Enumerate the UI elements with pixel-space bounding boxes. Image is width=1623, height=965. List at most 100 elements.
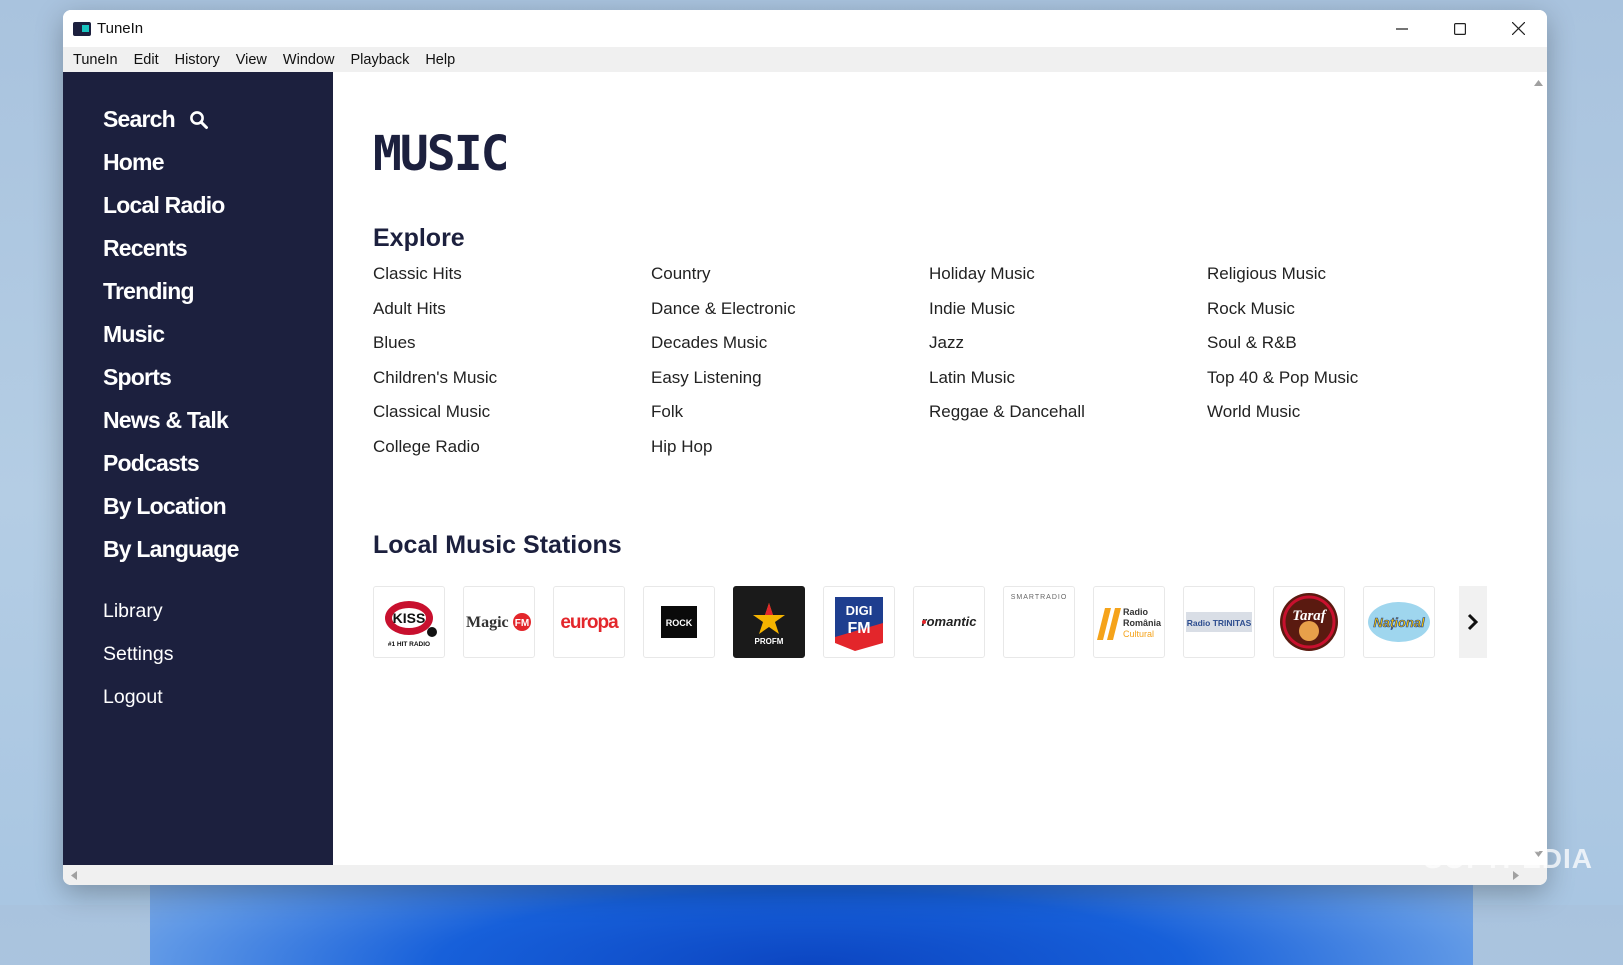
rock-fm-logo: ROCK	[661, 606, 697, 638]
explore-column: Religious Music Rock Music Soul & R&B To…	[1207, 264, 1358, 437]
menu-view[interactable]: View	[228, 52, 275, 68]
explore-link-blues[interactable]: Blues	[373, 333, 497, 368]
europa-fm-logo: europa	[560, 612, 620, 633]
search-icon	[189, 110, 209, 130]
explore-link-indie-music[interactable]: Indie Music	[929, 299, 1085, 334]
explore-link-holiday-music[interactable]: Holiday Music	[929, 264, 1085, 299]
station-carousel: KISS #1 HIT RADIO Magic FM europa ROCK P…	[373, 586, 1488, 658]
vertical-scrollbar[interactable]	[1530, 72, 1547, 865]
sidebar-item-trending[interactable]: Trending	[103, 270, 239, 313]
svg-text:#1 HIT RADIO: #1 HIT RADIO	[388, 641, 430, 648]
svg-text:Magic: Magic	[466, 614, 509, 631]
sidebar-item-music[interactable]: Music	[103, 313, 239, 356]
explore-link-world-music[interactable]: World Music	[1207, 402, 1358, 437]
close-button[interactable]	[1489, 10, 1547, 47]
chevron-right-icon	[1467, 613, 1479, 631]
sidebar-item-sports[interactable]: Sports	[103, 356, 239, 399]
station-romantic-fm[interactable]: romantic	[913, 586, 985, 658]
menu-playback[interactable]: Playback	[342, 52, 417, 68]
explore-link-folk[interactable]: Folk	[651, 402, 796, 437]
svg-text:ROCK: ROCK	[666, 618, 693, 628]
explore-link-religious-music[interactable]: Religious Music	[1207, 264, 1358, 299]
sidebar-item-home[interactable]: Home	[103, 141, 239, 184]
local-stations-heading: Local Music Stations	[373, 531, 622, 559]
explore-link-jazz[interactable]: Jazz	[929, 333, 1085, 368]
sidebar-item-news-talk[interactable]: News & Talk	[103, 399, 239, 442]
sidebar-item-podcasts[interactable]: Podcasts	[103, 442, 239, 485]
station-taraf[interactable]: Taraf	[1273, 586, 1345, 658]
explore-link-hip-hop[interactable]: Hip Hop	[651, 437, 796, 472]
menu-window[interactable]: Window	[275, 52, 343, 68]
svg-text:România: România	[1123, 618, 1162, 628]
magic-fm-logo: Magic FM	[466, 613, 531, 631]
sidebar-item-search[interactable]: Search	[103, 98, 239, 141]
explore-link-dance-electronic[interactable]: Dance & Electronic	[651, 299, 796, 334]
sidebar-item-by-language[interactable]: By Language	[103, 528, 239, 571]
station-radio-trinitas[interactable]: Radio TRINITAS	[1183, 586, 1255, 658]
svg-text:FM: FM	[515, 618, 529, 629]
svg-text:romantic: romantic	[922, 614, 978, 629]
sidebar-item-label: Search	[103, 106, 176, 132]
sidebar-account-nav: Library Settings Logout	[103, 590, 173, 719]
explore-link-latin-music[interactable]: Latin Music	[929, 368, 1085, 403]
explore-link-college-radio[interactable]: College Radio	[373, 437, 497, 472]
station-profm[interactable]: PROFM	[733, 586, 805, 658]
sidebar-item-settings[interactable]: Settings	[103, 633, 173, 676]
digi-fm-logo: DIGI FM	[835, 597, 883, 651]
station-kiss-fm[interactable]: KISS #1 HIT RADIO	[373, 586, 445, 658]
explore-heading: Explore	[373, 224, 465, 252]
minimize-button[interactable]	[1373, 10, 1431, 47]
national-fm-logo: Național	[1368, 602, 1430, 642]
svg-text:Radio TRINITAS: Radio TRINITAS	[1187, 618, 1252, 628]
radio-trinitas-logo: Radio TRINITAS	[1186, 612, 1252, 632]
explore-link-childrens-music[interactable]: Children's Music	[373, 368, 497, 403]
station-smart-radio[interactable]: SMARTRADIO	[1003, 586, 1075, 658]
sidebar-item-local-radio[interactable]: Local Radio	[103, 184, 239, 227]
taraf-logo: Taraf	[1280, 593, 1338, 651]
station-magic-fm[interactable]: Magic FM	[463, 586, 535, 658]
explore-link-country[interactable]: Country	[651, 264, 796, 299]
sidebar: Search Home Local Radio Recents Trending…	[63, 72, 333, 865]
menu-tunein[interactable]: TuneIn	[65, 52, 126, 68]
station-rock-fm[interactable]: ROCK	[643, 586, 715, 658]
title-bar[interactable]: TuneIn	[63, 10, 1547, 47]
station-radio-romania-cultural[interactable]: Radio România Cultural	[1093, 586, 1165, 658]
menu-help[interactable]: Help	[417, 52, 463, 68]
sidebar-item-library[interactable]: Library	[103, 590, 173, 633]
main-content: MUSIC Explore Classic Hits Adult Hits Bl…	[333, 72, 1530, 865]
sidebar-nav: Search Home Local Radio Recents Trending…	[103, 98, 239, 571]
explore-link-adult-hits[interactable]: Adult Hits	[373, 299, 497, 334]
station-digi-fm[interactable]: DIGI FM	[823, 586, 895, 658]
explore-link-decades-music[interactable]: Decades Music	[651, 333, 796, 368]
scroll-up-icon	[1534, 80, 1543, 86]
sidebar-item-logout[interactable]: Logout	[103, 676, 173, 719]
softpedia-watermark: SOFTPEDIA	[1423, 843, 1593, 874]
station-europa-fm[interactable]: europa	[553, 586, 625, 658]
svg-text:DIGI: DIGI	[846, 603, 873, 618]
explore-link-classical-music[interactable]: Classical Music	[373, 402, 497, 437]
station-national-fm[interactable]: Național	[1363, 586, 1435, 658]
maximize-button[interactable]	[1431, 10, 1489, 47]
explore-grid: Classic Hits Adult Hits Blues Children's…	[373, 264, 1493, 479]
explore-link-reggae-dancehall[interactable]: Reggae & Dancehall	[929, 402, 1085, 437]
kiss-fm-logo: KISS #1 HIT RADIO	[385, 601, 437, 648]
menu-history[interactable]: History	[167, 52, 228, 68]
svg-text:Cultural: Cultural	[1123, 629, 1154, 639]
explore-link-rock-music[interactable]: Rock Music	[1207, 299, 1358, 334]
menu-bar: TuneIn Edit History View Window Playback…	[63, 47, 1547, 72]
smart-radio-logo: SMARTRADIO	[1011, 594, 1067, 601]
explore-link-classic-hits[interactable]: Classic Hits	[373, 264, 497, 299]
sidebar-item-recents[interactable]: Recents	[103, 227, 239, 270]
menu-edit[interactable]: Edit	[126, 52, 167, 68]
carousel-next-button[interactable]	[1459, 586, 1487, 658]
explore-link-easy-listening[interactable]: Easy Listening	[651, 368, 796, 403]
window-title: TuneIn	[97, 20, 144, 37]
explore-link-top-40-pop[interactable]: Top 40 & Pop Music	[1207, 368, 1358, 403]
svg-text:europa: europa	[560, 612, 619, 633]
svg-text:KISS: KISS	[393, 610, 426, 626]
horizontal-scrollbar[interactable]	[63, 865, 1547, 885]
profm-logo: PROFM	[753, 603, 785, 646]
explore-link-soul-rnb[interactable]: Soul & R&B	[1207, 333, 1358, 368]
page-title: MUSIC	[373, 126, 509, 182]
sidebar-item-by-location[interactable]: By Location	[103, 485, 239, 528]
